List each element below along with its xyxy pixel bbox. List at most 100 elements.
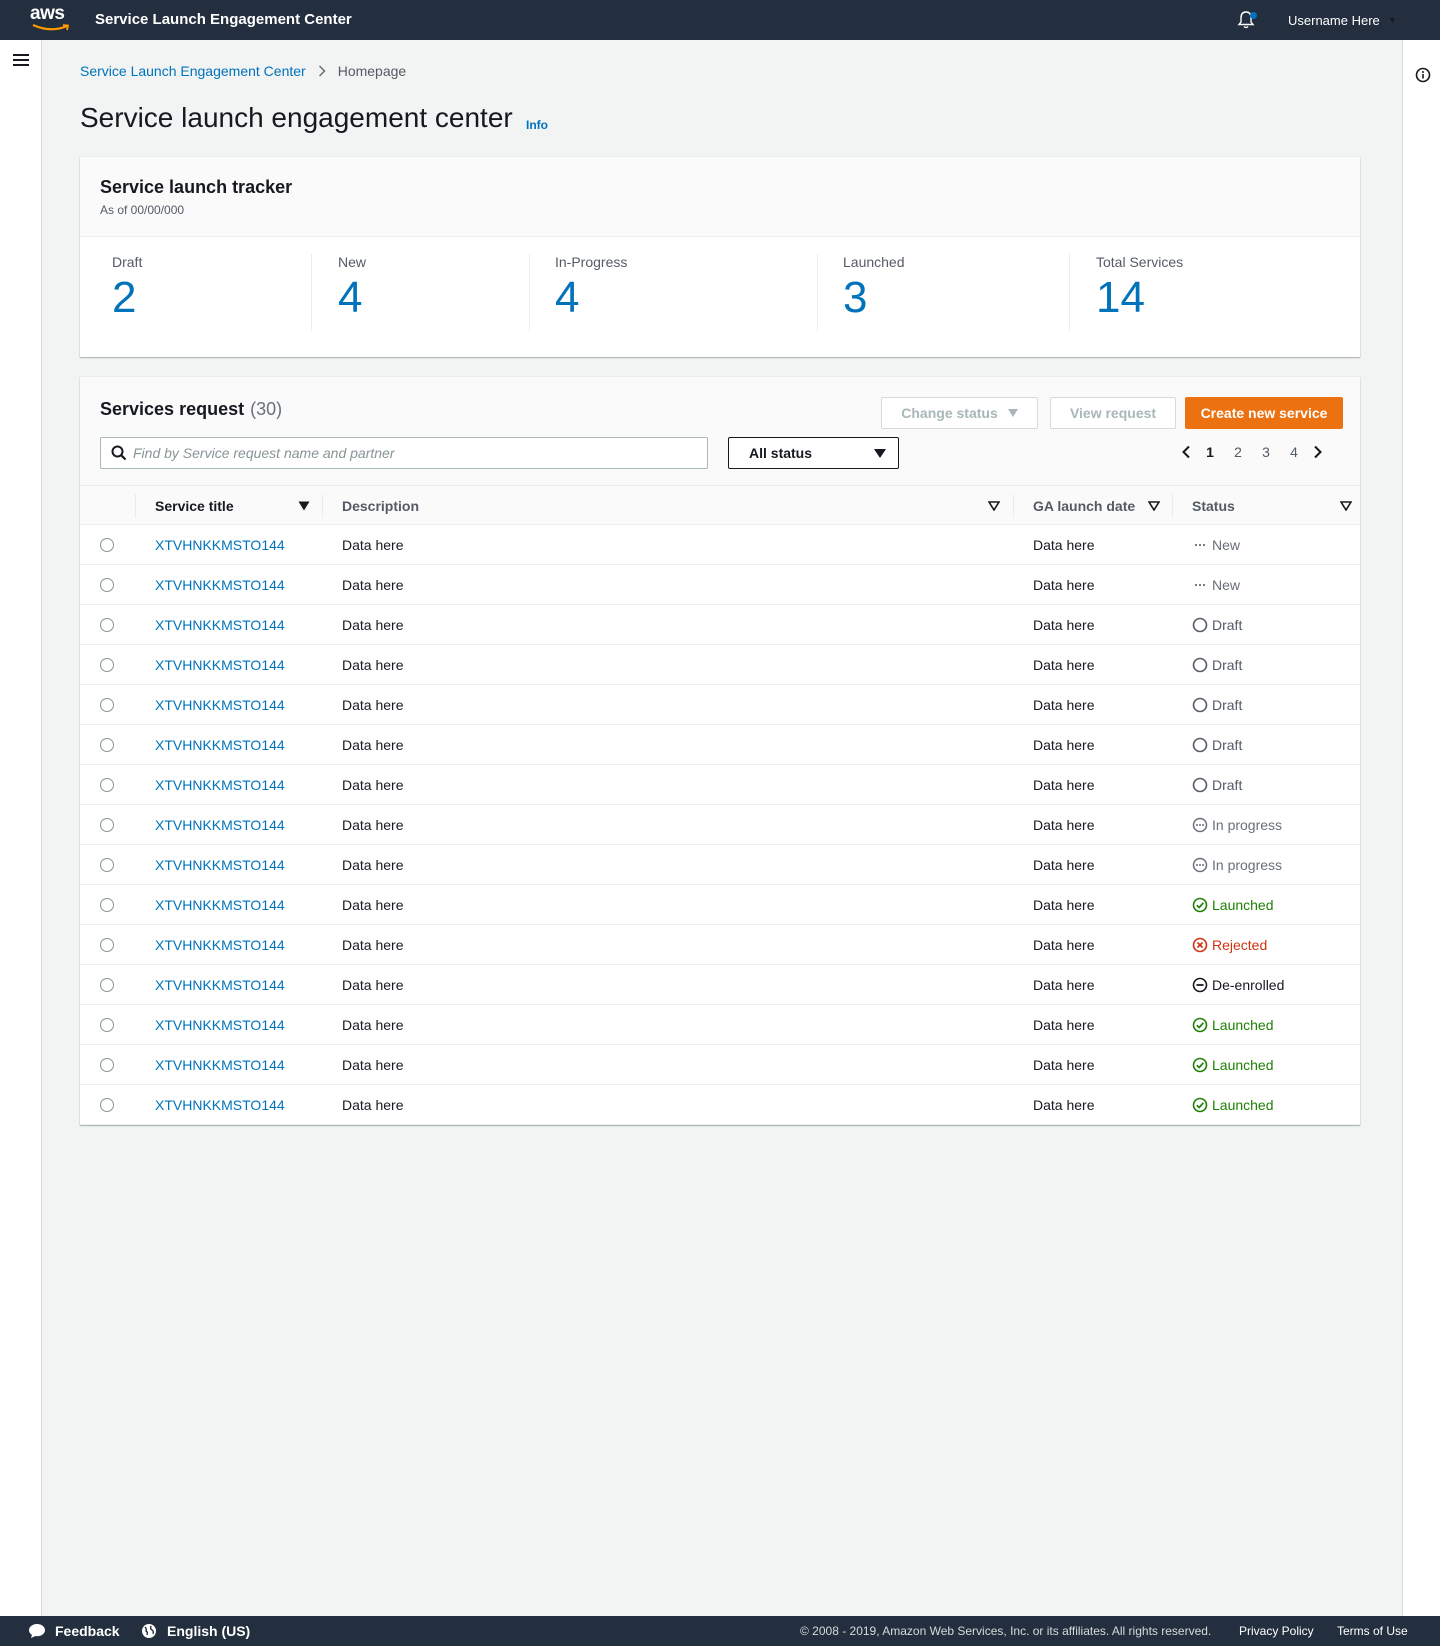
page-2[interactable]: 2	[1224, 444, 1252, 460]
services-request-panel: Services request (30) Change status View …	[80, 377, 1360, 1125]
terms-of-use-link[interactable]: Terms of Use	[1337, 1624, 1408, 1638]
username-menu[interactable]: Username Here	[1288, 13, 1380, 28]
row-select-radio[interactable]	[100, 698, 114, 712]
table-row[interactable]: XTVHNKKMSTO144 Data here Data here Launched	[80, 885, 1360, 925]
table-row[interactable]: XTVHNKKMSTO144 Data here Data here Draft	[80, 605, 1360, 645]
row-select-radio[interactable]	[100, 538, 114, 552]
table-row[interactable]: XTVHNKKMSTO144 Data here Data here Draft	[80, 685, 1360, 725]
status-text: In progress	[1212, 857, 1283, 873]
language-selector[interactable]: English (US)	[167, 1623, 250, 1639]
table-row[interactable]: XTVHNKKMSTO144 Data here Data here Draft	[80, 765, 1360, 805]
row-select-radio[interactable]	[100, 1018, 114, 1032]
feedback-link[interactable]: Feedback	[55, 1623, 120, 1639]
row-select-radio[interactable]	[100, 978, 114, 992]
service-title-link[interactable]: XTVHNKKMSTO144	[155, 897, 285, 913]
change-status-button[interactable]: Change status	[881, 397, 1038, 429]
app-title[interactable]: Service Launch Engagement Center	[95, 11, 352, 28]
services-count: (30)	[250, 399, 283, 419]
row-select-radio[interactable]	[100, 778, 114, 792]
status-filter-select[interactable]: All status	[728, 437, 899, 469]
services-title-text: Services request	[100, 399, 245, 419]
service-title-link[interactable]: XTVHNKKMSTO144	[155, 617, 285, 633]
description-cell: Data here	[342, 697, 404, 713]
table-row[interactable]: XTVHNKKMSTO144 Data here Data here De-enrol…	[80, 965, 1360, 1005]
row-select-radio[interactable]	[100, 1098, 114, 1112]
create-new-service-button[interactable]: Create new service	[1185, 397, 1343, 429]
status-cell: In progress	[1192, 815, 1282, 835]
sort-icon[interactable]	[988, 501, 1000, 511]
service-title-link[interactable]: XTVHNKKMSTO144	[155, 737, 285, 753]
service-title-link[interactable]: XTVHNKKMSTO144	[155, 1097, 285, 1113]
row-select-radio[interactable]	[100, 578, 114, 592]
view-request-button[interactable]: View request	[1050, 397, 1176, 429]
sort-descending-icon[interactable]	[298, 501, 310, 511]
hamburger-menu-icon[interactable]	[13, 54, 29, 66]
row-select-radio[interactable]	[100, 818, 114, 832]
table-row[interactable]: XTVHNKKMSTO144 Data here Data here In progr…	[80, 845, 1360, 885]
previous-page-icon[interactable]	[1176, 440, 1196, 464]
service-title-link[interactable]: XTVHNKKMSTO144	[155, 577, 285, 593]
next-page-icon[interactable]	[1308, 440, 1328, 464]
globe-icon[interactable]	[141, 1623, 157, 1639]
search-icon	[111, 445, 127, 461]
table-row[interactable]: XTVHNKKMSTO144 Data here Data here Draft	[80, 645, 1360, 685]
row-select-radio[interactable]	[100, 618, 114, 632]
ga-launch-date-cell: Data here	[1033, 817, 1095, 833]
search-field[interactable]	[100, 437, 708, 469]
stat-label: In-Progress	[555, 254, 628, 270]
table-row[interactable]: XTVHNKKMSTO144 Data here Data here Launched	[80, 1045, 1360, 1085]
breadcrumb-link-home[interactable]: Service Launch Engagement Center	[80, 63, 306, 79]
table-row[interactable]: XTVHNKKMSTO144 Data here Data here New	[80, 525, 1360, 565]
service-title-link[interactable]: XTVHNKKMSTO144	[155, 537, 285, 553]
column-header-ga-launch-date[interactable]: GA launch date	[1033, 498, 1135, 514]
table-row[interactable]: XTVHNKKMSTO144 Data here Data here Launched	[80, 1085, 1360, 1125]
check-circle-icon	[1192, 1097, 1208, 1113]
column-header-service-title[interactable]: Service title	[155, 498, 234, 514]
table-row[interactable]: XTVHNKKMSTO144 Data here Data here Launched	[80, 1005, 1360, 1045]
feedback-speech-bubble-icon[interactable]	[28, 1623, 46, 1639]
row-select-radio[interactable]	[100, 738, 114, 752]
service-title-link[interactable]: XTVHNKKMSTO144	[155, 817, 285, 833]
service-title-link[interactable]: XTVHNKKMSTO144	[155, 937, 285, 953]
status-text: Draft	[1212, 697, 1243, 713]
description-cell: Data here	[342, 937, 404, 953]
ga-launch-date-cell: Data here	[1033, 1057, 1095, 1073]
service-title-link[interactable]: XTVHNKKMSTO144	[155, 857, 285, 873]
row-select-radio[interactable]	[100, 938, 114, 952]
page-3[interactable]: 3	[1252, 444, 1280, 460]
row-select-radio[interactable]	[100, 858, 114, 872]
description-cell: Data here	[342, 617, 404, 633]
column-divider	[1013, 494, 1014, 518]
service-title-link[interactable]: XTVHNKKMSTO144	[155, 657, 285, 673]
caret-down-icon[interactable]: ▼	[1388, 15, 1397, 25]
info-link[interactable]: Info	[526, 118, 548, 132]
service-title-link[interactable]: XTVHNKKMSTO144	[155, 1017, 285, 1033]
table-row[interactable]: XTVHNKKMSTO144 Data here Data here New	[80, 565, 1360, 605]
page-4[interactable]: 4	[1280, 444, 1308, 460]
service-title-link[interactable]: XTVHNKKMSTO144	[155, 1057, 285, 1073]
service-title-link[interactable]: XTVHNKKMSTO144	[155, 697, 285, 713]
column-header-description[interactable]: Description	[342, 498, 419, 514]
page-1[interactable]: 1	[1196, 444, 1224, 460]
table-row[interactable]: XTVHNKKMSTO144 Data here Data here Rejected	[80, 925, 1360, 965]
column-divider	[322, 494, 323, 518]
service-title-link[interactable]: XTVHNKKMSTO144	[155, 777, 285, 793]
change-status-label: Change status	[901, 405, 998, 421]
info-panel-icon[interactable]	[1415, 67, 1431, 83]
stat-label: Total Services	[1096, 254, 1184, 270]
privacy-policy-link[interactable]: Privacy Policy	[1239, 1624, 1314, 1638]
table-row[interactable]: XTVHNKKMSTO144 Data here Data here In progr…	[80, 805, 1360, 845]
top-navigation-bar: aws Service Launch Engagement Center Use…	[0, 0, 1440, 40]
sort-icon[interactable]	[1340, 501, 1352, 511]
services-header: Services request (30) Change status View …	[80, 377, 1360, 485]
search-input[interactable]	[133, 438, 693, 468]
sort-icon[interactable]	[1148, 501, 1160, 511]
service-title-link[interactable]: XTVHNKKMSTO144	[155, 977, 285, 993]
column-header-status[interactable]: Status	[1192, 498, 1235, 514]
row-select-radio[interactable]	[100, 898, 114, 912]
aws-logo[interactable]: aws	[30, 4, 72, 35]
row-select-radio[interactable]	[100, 658, 114, 672]
table-row[interactable]: XTVHNKKMSTO144 Data here Data here Draft	[80, 725, 1360, 765]
stat-in-progress: In-Progress 4	[555, 254, 627, 322]
row-select-radio[interactable]	[100, 1058, 114, 1072]
